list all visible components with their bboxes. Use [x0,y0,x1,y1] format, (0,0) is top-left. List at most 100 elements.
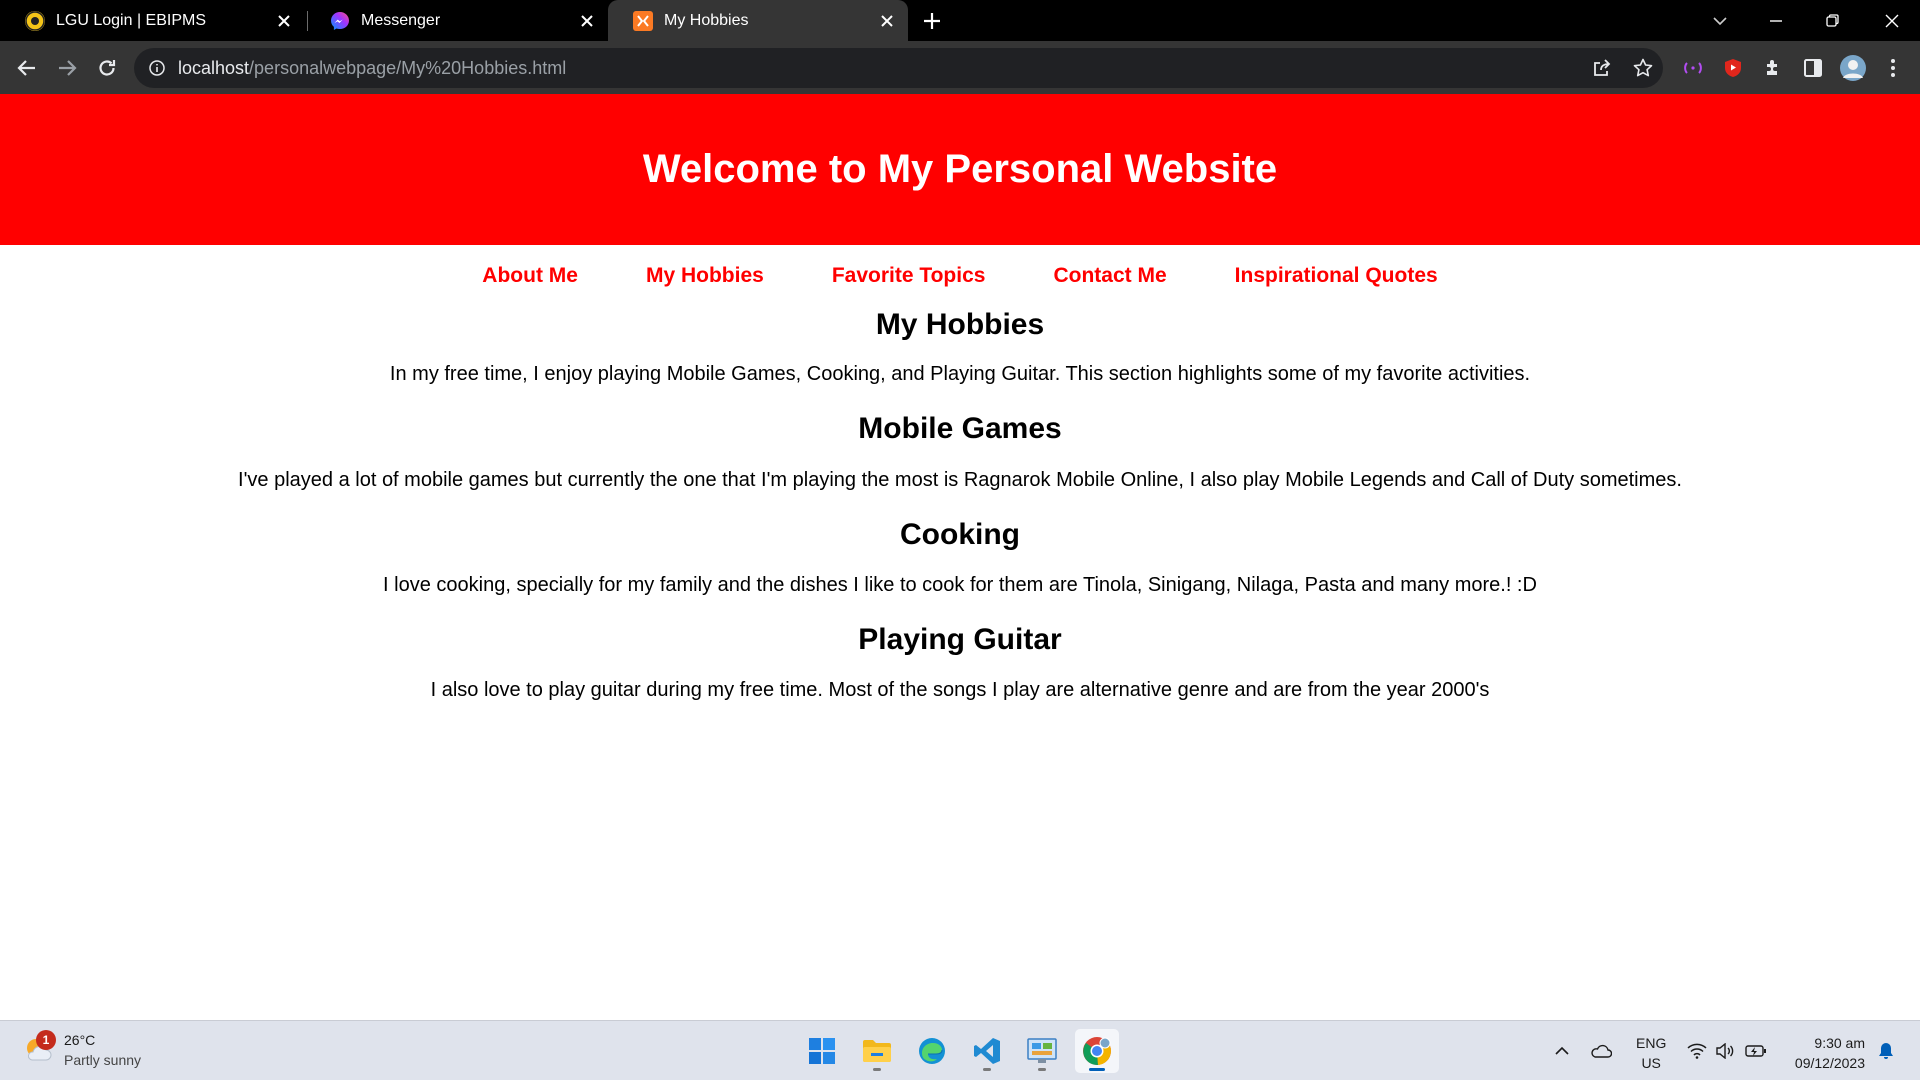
clock-date: 09/12/2023 [1794,1055,1865,1071]
speaker-icon [1716,1043,1734,1059]
keyboard-region: US [1641,1055,1661,1071]
profile-button[interactable] [1836,51,1870,85]
browser-tab-strip: LGU Login | EBIPMS Messenger My Hobbies [0,0,1920,41]
forward-arrow-icon [59,60,77,76]
taskbar-edge[interactable] [910,1029,954,1073]
restore-icon [1825,14,1839,27]
tab-my-hobbies[interactable]: My Hobbies [608,0,908,41]
close-window-button[interactable] [1864,0,1920,41]
taskbar-chrome[interactable] [1075,1029,1119,1073]
tab-messenger[interactable]: Messenger [305,0,608,41]
notifications-button[interactable] [1874,1031,1898,1071]
site-title: Welcome to My Personal Website [642,147,1278,191]
wifi-tray[interactable] [1684,1031,1710,1071]
onedrive-cloud-icon [1591,1044,1612,1058]
avatar [1840,55,1866,81]
extension-podcast-button[interactable] [1676,51,1710,85]
side-panel-icon [1804,59,1822,77]
system-clock[interactable]: 9:30 am 09/12/2023 [1785,1033,1865,1073]
weather-sun-cloud-icon: 1 [22,1030,56,1066]
nav-link-favorite-topics[interactable]: Favorite Topics [832,264,986,288]
address-bar[interactable]: localhost/personalwebpage/My%20Hobbies.h… [134,48,1663,88]
clock-time: 9:30 am [1814,1035,1865,1051]
minimize-button[interactable] [1748,0,1804,41]
reload-icon [99,60,116,76]
chevron-down-icon [1713,16,1727,25]
restore-button[interactable] [1804,0,1860,41]
minimize-icon [1770,19,1782,22]
chevron-up-icon [1555,1046,1569,1055]
section-text-my-hobbies: In my free time, I enjoy playing Mobile … [389,363,1531,385]
windows-taskbar: 1 26°C Partly sunny ENG US 9:30 am 09/12… [0,1020,1920,1080]
weather-temp: 26°C [64,1032,96,1048]
input-language-indicator[interactable]: ENG US [1636,1033,1666,1073]
section-heading-my-hobbies: My Hobbies [875,308,1045,341]
share-icon [1594,59,1611,76]
side-panel-button[interactable] [1796,51,1830,85]
new-tab-button[interactable] [916,5,948,37]
weather-widget[interactable]: 1 26°C Partly sunny [22,1030,141,1070]
onedrive-tray[interactable] [1586,1031,1616,1071]
plus-icon [924,13,940,29]
running-indicator [1089,1068,1105,1071]
site-info-icon[interactable] [148,59,166,77]
section-text-cooking: I love cooking, specially for my family … [383,574,1537,596]
site-header: Welcome to My Personal Website [0,94,1920,245]
more-vert-icon [1891,59,1895,77]
running-indicator [983,1068,991,1071]
tab-close-icon[interactable] [269,6,299,36]
bookmark-star-button[interactable] [1626,51,1660,85]
tab-close-icon[interactable] [572,6,602,36]
tab-title: LGU Login | EBIPMS [56,11,206,29]
site-nav: About Me My Hobbies Favorite Topics Cont… [0,264,1920,288]
start-button[interactable] [800,1029,844,1073]
section-text-playing-guitar: I also love to play guitar during my fre… [430,679,1490,701]
section-text-mobile-games: I've played a lot of mobile games but cu… [238,469,1682,491]
edge-icon [919,1038,945,1064]
reload-button[interactable] [90,51,124,85]
share-button[interactable] [1585,51,1619,85]
taskbar-control-panel[interactable] [1020,1029,1064,1073]
tab-lgu-login[interactable]: LGU Login | EBIPMS [0,0,305,41]
back-arrow-icon [17,60,35,76]
section-heading-playing-guitar: Playing Guitar [858,623,1062,656]
taskbar-vscode[interactable] [965,1029,1009,1073]
tab-title: My Hobbies [664,11,749,29]
messenger-icon [330,11,350,31]
extension-youtube-button[interactable] [1716,51,1750,85]
youtube-shield-icon [1725,59,1741,77]
nav-link-my-hobbies[interactable]: My Hobbies [646,264,764,288]
forward-button[interactable] [50,51,84,85]
running-indicator [873,1068,881,1071]
nav-link-inspirational-quotes[interactable]: Inspirational Quotes [1235,264,1438,288]
ebipms-logo-icon [25,10,45,31]
show-hidden-icons-button[interactable] [1548,1031,1576,1071]
tab-close-icon[interactable] [872,6,902,36]
browser-menu-button[interactable] [1876,51,1910,85]
tab-search-button[interactable] [1692,0,1748,41]
battery-charging-icon [1745,1045,1766,1057]
nav-link-about-me[interactable]: About Me [482,264,578,288]
url-text[interactable]: localhost/personalwebpage/My%20Hobbies.h… [178,58,566,79]
taskbar-file-explorer[interactable] [855,1029,899,1073]
section-heading-cooking: Cooking [900,518,1020,551]
language-code: ENG [1636,1035,1667,1051]
star-icon [1633,58,1653,77]
close-icon [1885,14,1899,27]
volume-tray[interactable] [1712,1031,1738,1071]
tab-title: Messenger [361,11,441,29]
file-explorer-icon [863,1040,891,1062]
xampp-icon [633,10,653,31]
extensions-button[interactable] [1756,51,1790,85]
puzzle-icon [1767,60,1777,75]
wifi-icon [1687,1043,1707,1059]
nav-link-contact-me[interactable]: Contact Me [1053,264,1166,288]
browser-toolbar: localhost/personalwebpage/My%20Hobbies.h… [0,41,1920,94]
broadcast-icon [1684,62,1702,74]
back-button[interactable] [10,51,44,85]
section-heading-mobile-games: Mobile Games [858,412,1062,445]
weather-badge: 1 [36,1030,56,1050]
chrome-icon [1083,1037,1111,1066]
running-indicator [1038,1068,1046,1071]
battery-tray[interactable] [1742,1031,1770,1071]
